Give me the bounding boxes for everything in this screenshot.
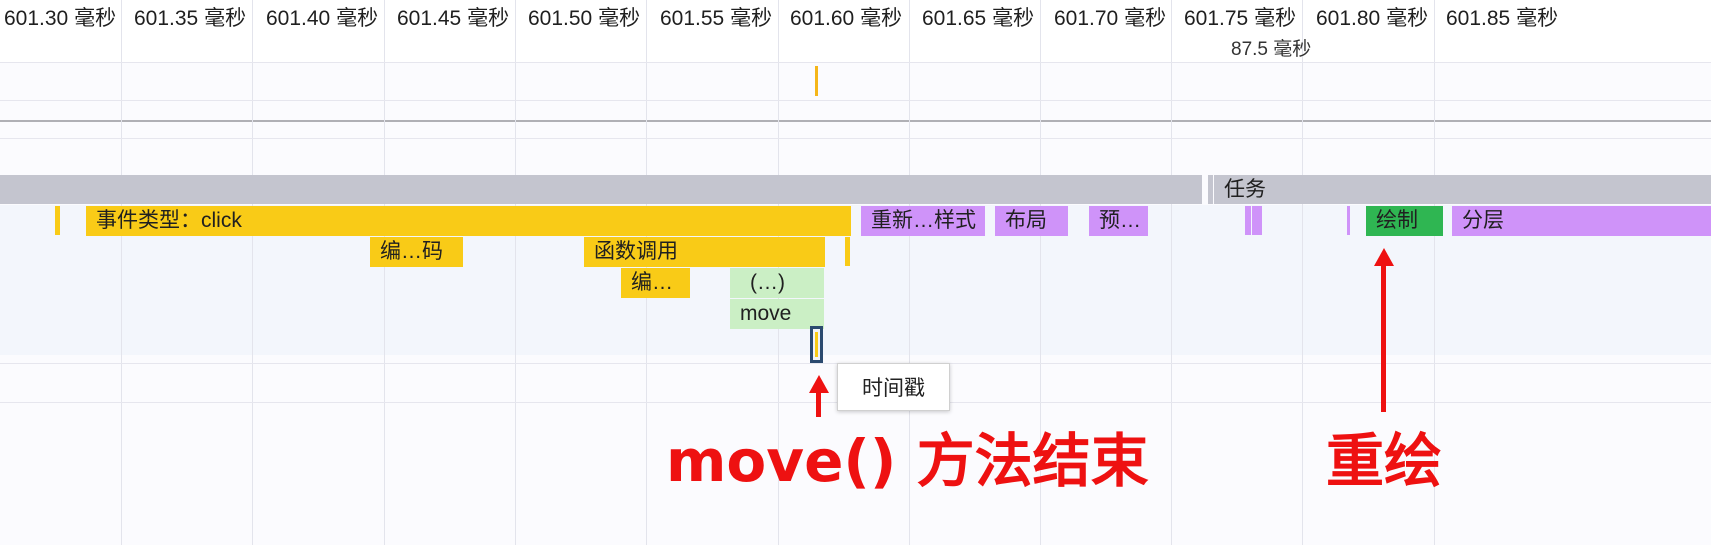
arrow-shaft [1381,264,1386,412]
row-separator [0,62,1711,63]
layerize-label: 分层 [1462,209,1504,232]
prepaint-bar[interactable]: 预… [1089,206,1148,236]
selection-duration: 87.5 毫秒 [1231,39,1312,60]
layout-label: 布局 [1005,209,1047,232]
time-tick: 601.85 毫秒 [1446,7,1559,30]
time-tick: 601.40 毫秒 [266,7,379,30]
time-tick: 601.60 毫秒 [790,7,903,30]
time-tick: 601.75 毫秒 [1184,7,1297,30]
anonymous-function-label: (…) [750,271,785,294]
event-marker[interactable] [815,66,818,96]
time-tick: 601.30 毫秒 [4,7,117,30]
timestamp-marker[interactable] [810,326,823,363]
task-bar[interactable] [0,175,1202,204]
grid-line [384,0,385,545]
anonymous-function-bar[interactable]: (…) [730,268,824,298]
grid-line [515,0,516,545]
rendering-sliver[interactable] [1252,206,1262,235]
grid-line [121,0,122,545]
task-label: 任务 [1224,178,1266,201]
scripting-sliver[interactable] [55,206,60,235]
grid-line [1302,0,1303,545]
annotation-repaint: 重绘 [1326,427,1443,495]
row-separator [0,138,1711,139]
timestamp-marker-fill [815,332,818,357]
compile-bar[interactable]: 编… [621,268,690,298]
layerize-bar[interactable]: 分层 [1452,206,1711,236]
track-divider [0,120,1711,122]
function-call-bar[interactable]: 函数调用 [584,237,825,267]
function-call-label: 函数调用 [594,240,678,263]
row-separator [0,100,1711,101]
compile-code-bar[interactable]: 编…码 [370,237,463,267]
performance-flame-chart: 601.30 毫秒 601.35 毫秒 601.40 毫秒 601.45 毫秒 … [0,0,1711,545]
prepaint-label: 预… [1099,209,1141,232]
layout-bar[interactable]: 布局 [995,206,1068,236]
move-function-bar[interactable]: move [730,299,824,329]
grid-line [1171,0,1172,545]
compile-code-label: 编…码 [380,240,443,263]
time-tick: 601.55 毫秒 [660,7,773,30]
annotation-move-end: move() 方法结束 [666,427,1149,495]
paint-label: 绘制 [1376,209,1418,232]
recalc-style-bar[interactable]: 重新…样式 [861,206,985,236]
timestamp-tooltip: 时间戳 [837,363,950,411]
event-click-label: 事件类型：click [96,209,242,232]
time-tick: 601.45 毫秒 [397,7,510,30]
task-bar-main[interactable]: 任务 [1214,175,1711,204]
task-bar-small[interactable] [1208,175,1213,204]
recalc-style-label: 重新…样式 [871,209,976,232]
grid-line [252,0,253,545]
compile-label: 编… [631,271,673,294]
time-tick: 601.70 毫秒 [1054,7,1167,30]
scripting-sliver[interactable] [845,237,850,266]
rendering-sliver[interactable] [1245,206,1251,235]
event-click-bar[interactable]: 事件类型：click [86,206,851,236]
time-tick: 601.50 毫秒 [528,7,641,30]
move-function-label: move [740,302,792,325]
time-tick: 601.35 毫秒 [134,7,247,30]
rendering-sliver[interactable] [1347,206,1350,235]
paint-bar[interactable]: 绘制 [1366,206,1443,236]
time-tick: 601.65 毫秒 [922,7,1035,30]
time-tick: 601.80 毫秒 [1316,7,1429,30]
